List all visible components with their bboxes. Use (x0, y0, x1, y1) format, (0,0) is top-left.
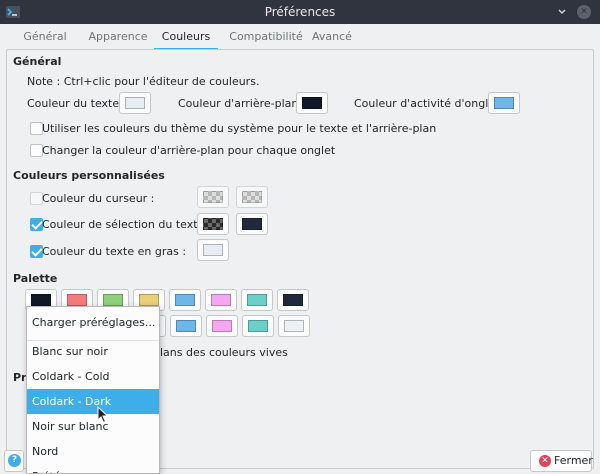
bold-color-button[interactable] (197, 239, 229, 261)
help-icon: ? (8, 454, 21, 467)
tab-activity-color-label: Couleur d'activité d'onglet : (354, 97, 507, 110)
palette-color-swatch (248, 320, 268, 332)
cursor-color-label[interactable]: Couleur du curseur : (42, 192, 154, 205)
palette-color-swatch (212, 320, 232, 332)
dropdown-item-coldark-cold[interactable]: Coldark - Cold (27, 364, 159, 389)
palette-color-swatch (31, 294, 51, 306)
section-general-heading: Général (13, 55, 62, 68)
mouse-pointer-icon (97, 406, 109, 424)
palette-color-button[interactable] (241, 289, 273, 311)
palette-color-swatch (283, 294, 303, 306)
palette-color-button[interactable] (277, 289, 309, 311)
change-bg-per-tab-label[interactable]: Changer la couleur d'arrière-plan pour c… (42, 144, 335, 157)
palette-color-button[interactable] (170, 315, 202, 337)
tab-bar: Général Apparence Couleurs Compatibilité… (8, 26, 592, 50)
section-palette-heading: Palette (13, 272, 58, 285)
window-title: Préférences (264, 5, 336, 19)
chevron-down-icon (558, 9, 566, 15)
tab-general[interactable]: Général (12, 26, 78, 50)
dropdown-item-black-on-white[interactable]: Noir sur blanc (27, 414, 159, 439)
close-icon: ✕ (539, 455, 551, 467)
text-color-label: Couleur du texte : (27, 97, 127, 110)
bg-color-label: Couleur d'arrière-plan : (178, 97, 306, 110)
dropdown-item-more[interactable]: Prété… (27, 464, 159, 473)
tab-activity-color-swatch (494, 97, 514, 109)
selection-color-label[interactable]: Couleur de sélection du texte : (42, 218, 212, 231)
palette-color-swatch (247, 294, 267, 306)
cursor-color-swatch-2 (242, 191, 262, 203)
presets-dropdown-menu: Charger préréglages... Blanc sur noir Co… (26, 306, 160, 474)
tab-colors[interactable]: Couleurs (154, 26, 218, 50)
cursor-color-button-2[interactable] (236, 186, 268, 208)
bold-color-label[interactable]: Couleur du texte en gras : (42, 245, 186, 258)
dropdown-item-nord[interactable]: Nord (27, 439, 159, 464)
palette-color-swatch (176, 320, 196, 332)
cursor-color-swatch-1 (203, 191, 223, 203)
palette-color-button[interactable] (242, 315, 274, 337)
bg-color-button[interactable] (296, 92, 328, 114)
palette-color-button[interactable] (205, 289, 237, 311)
bright-palette-label[interactable]: lans des couleurs vives (160, 346, 288, 359)
palette-color-swatch (175, 294, 195, 306)
help-button[interactable]: ? (4, 450, 24, 472)
selection-color-swatch-1 (203, 218, 223, 230)
close-icon: ✕ (580, 7, 588, 17)
title-bar: Préférences ✕ (0, 0, 600, 24)
palette-color-button[interactable] (206, 315, 238, 337)
tab-activity-color-button[interactable] (488, 92, 520, 114)
use-system-colors-label[interactable]: Utiliser les couleurs du thème du systèm… (42, 122, 436, 135)
palette-color-swatch (103, 294, 123, 306)
text-color-swatch (125, 97, 145, 109)
selection-color-swatch-2 (242, 218, 262, 230)
close-button[interactable]: ✕ Fermer (530, 450, 593, 472)
section-custom-colors-heading: Couleurs personnalisées (13, 169, 165, 182)
ctrl-click-note: Note : Ctrl+clic pour l'éditeur de coule… (27, 75, 260, 88)
close-button-label: Fermer (554, 454, 593, 467)
palette-color-button[interactable] (169, 289, 201, 311)
palette-color-swatch (139, 294, 159, 306)
tab-appearance[interactable]: Apparence (80, 26, 156, 50)
section-presets-heading: Pr (13, 371, 27, 384)
selection-color-button-2[interactable] (236, 213, 268, 235)
minimize-button[interactable] (555, 5, 569, 19)
bold-color-swatch (203, 244, 223, 256)
dropdown-item-coldark-dark[interactable]: Coldark - Dark (27, 389, 159, 414)
window-close-button[interactable]: ✕ (577, 5, 591, 19)
dropdown-item-load-presets[interactable]: Charger préréglages... (27, 310, 159, 335)
selection-color-button-1[interactable] (197, 213, 229, 235)
bg-color-swatch (302, 97, 322, 109)
dropdown-item-white-on-black[interactable]: Blanc sur noir (27, 339, 159, 364)
tab-compatibility[interactable]: Compatibilité (220, 26, 312, 50)
tab-advanced[interactable]: Avancé (308, 26, 356, 50)
palette-color-button[interactable] (278, 315, 310, 337)
cursor-color-button-1[interactable] (197, 186, 229, 208)
text-color-button[interactable] (119, 92, 151, 114)
palette-color-swatch (67, 294, 87, 306)
palette-color-swatch (284, 320, 304, 332)
palette-color-swatch (211, 294, 231, 306)
